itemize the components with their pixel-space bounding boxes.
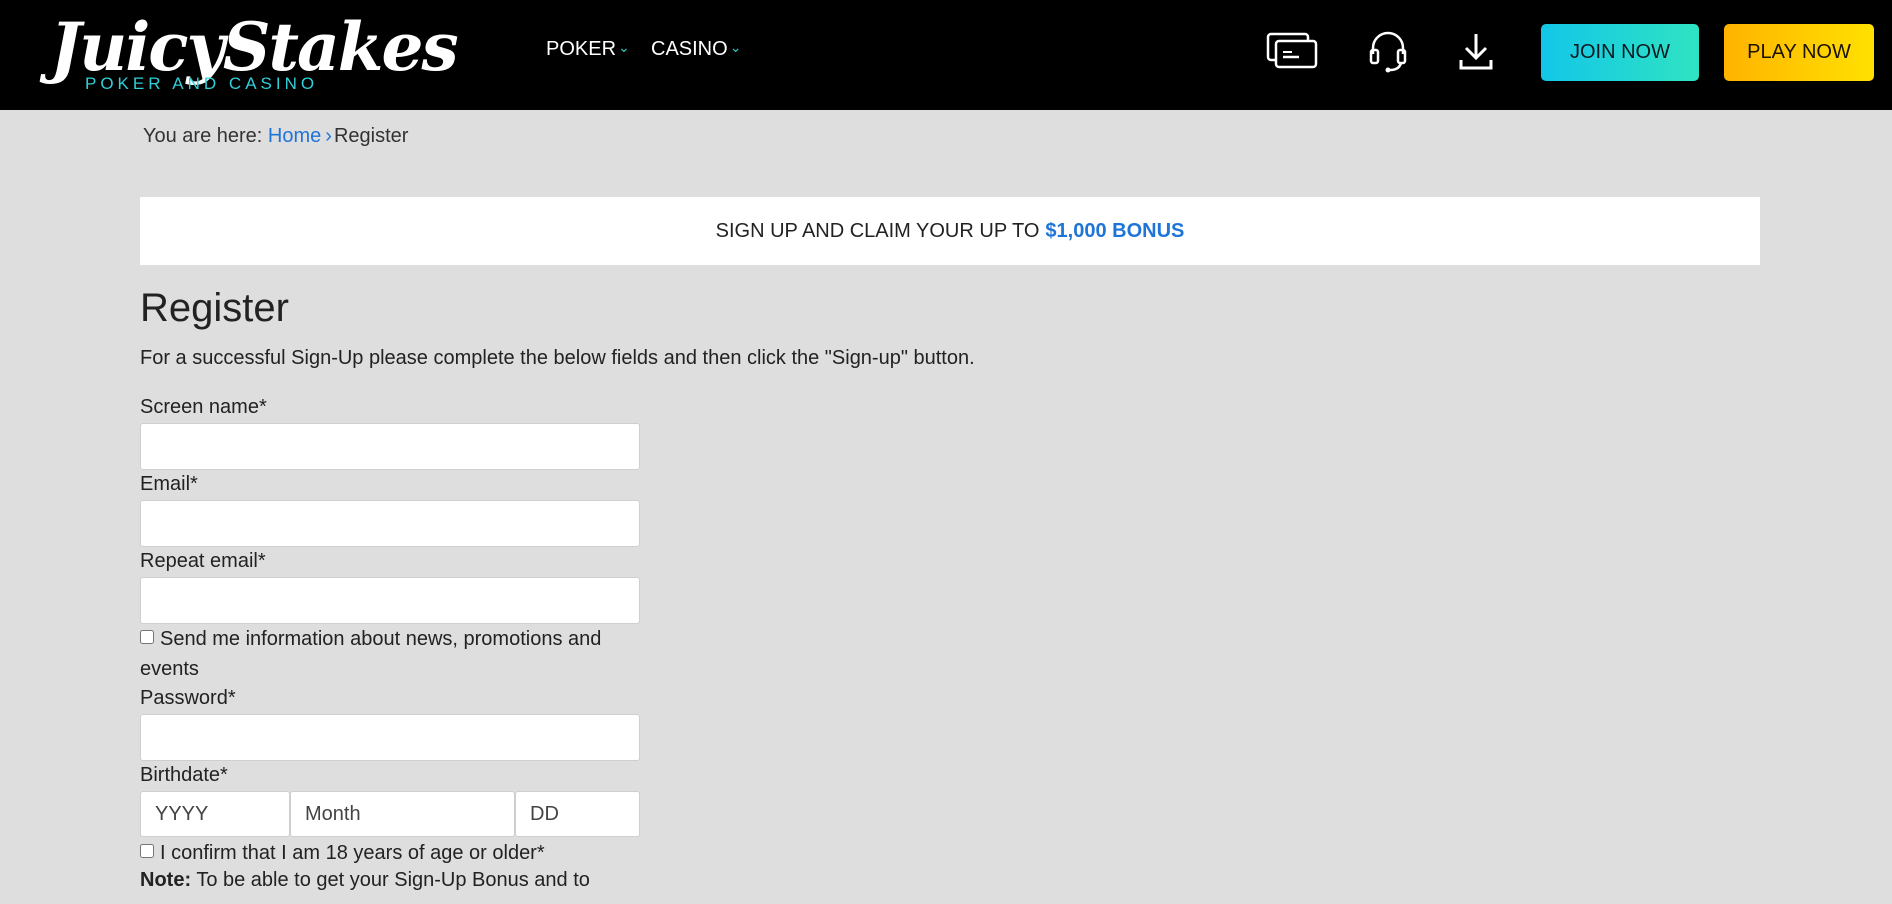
password-label: Password* — [140, 687, 236, 709]
birth-year-input[interactable] — [140, 791, 290, 837]
nav-item-casino[interactable]: CASINO ⌄ — [651, 38, 741, 61]
newsletter-label: Send me information about news, promotio… — [140, 628, 602, 680]
password-input[interactable] — [140, 714, 640, 761]
birth-month-input[interactable] — [290, 791, 515, 837]
breadcrumb: You are here: Home › Register — [143, 125, 408, 148]
support-headset-icon[interactable] — [1368, 30, 1408, 74]
play-now-button[interactable]: PLAY NOW — [1724, 24, 1874, 81]
newsletter-option: Send me information about news, promotio… — [140, 624, 660, 684]
chevron-down-icon: ⌄ — [618, 39, 630, 55]
logo-tagline: POKER AND CASINO — [85, 74, 319, 93]
age-confirm-option: I confirm that I am 18 years of age or o… — [140, 838, 660, 868]
download-icon[interactable] — [1458, 30, 1494, 72]
promo-banner: SIGN UP AND CLAIM YOUR UP TO $1,000 BONU… — [140, 197, 1760, 265]
note-text: To be able to get your Sign-Up Bonus and… — [196, 869, 590, 891]
site-header: JuicyStakes POKER AND CASINO POKER ⌄ CASI… — [0, 0, 1892, 110]
page-title: Register — [140, 286, 289, 330]
promo-text: SIGN UP AND CLAIM YOUR UP TO — [715, 219, 1040, 242]
join-now-button[interactable]: JOIN NOW — [1541, 24, 1699, 81]
birthdate-label: Birthdate* — [140, 764, 228, 786]
screen-name-input[interactable] — [140, 423, 640, 470]
nav-item-label: POKER — [546, 38, 617, 60]
breadcrumb-current: Register — [333, 125, 409, 147]
breadcrumb-home-link[interactable]: Home — [268, 125, 321, 147]
form-intro: For a successful Sign-Up please complete… — [140, 347, 975, 369]
note-label: Note: — [140, 869, 192, 891]
nav-item-poker[interactable]: POKER ⌄ — [546, 38, 630, 61]
promo-bonus: $1,000 BONUS — [1045, 219, 1185, 242]
chevron-down-icon: ⌄ — [729, 39, 742, 55]
repeat-email-label: Repeat email* — [140, 550, 266, 572]
repeat-email-input[interactable] — [140, 577, 640, 624]
nav-item-label: CASINO — [651, 38, 728, 60]
email-label: Email* — [140, 473, 198, 495]
screen-name-label: Screen name* — [140, 396, 267, 418]
cashier-cards-icon[interactable] — [1266, 30, 1318, 70]
signup-note: Note: To be able to get your Sign-Up Bon… — [140, 869, 590, 892]
logo[interactable]: JuicyStakes POKER AND CASINO — [50, 8, 459, 98]
email-input[interactable] — [140, 500, 640, 547]
birth-day-input[interactable] — [515, 791, 640, 837]
age-confirm-checkbox[interactable] — [140, 844, 154, 858]
breadcrumb-separator: › — [325, 125, 332, 147]
age-confirm-label: I confirm that I am 18 years of age or o… — [160, 842, 545, 864]
newsletter-checkbox[interactable] — [140, 630, 154, 644]
breadcrumb-prefix: You are here: — [143, 125, 263, 147]
